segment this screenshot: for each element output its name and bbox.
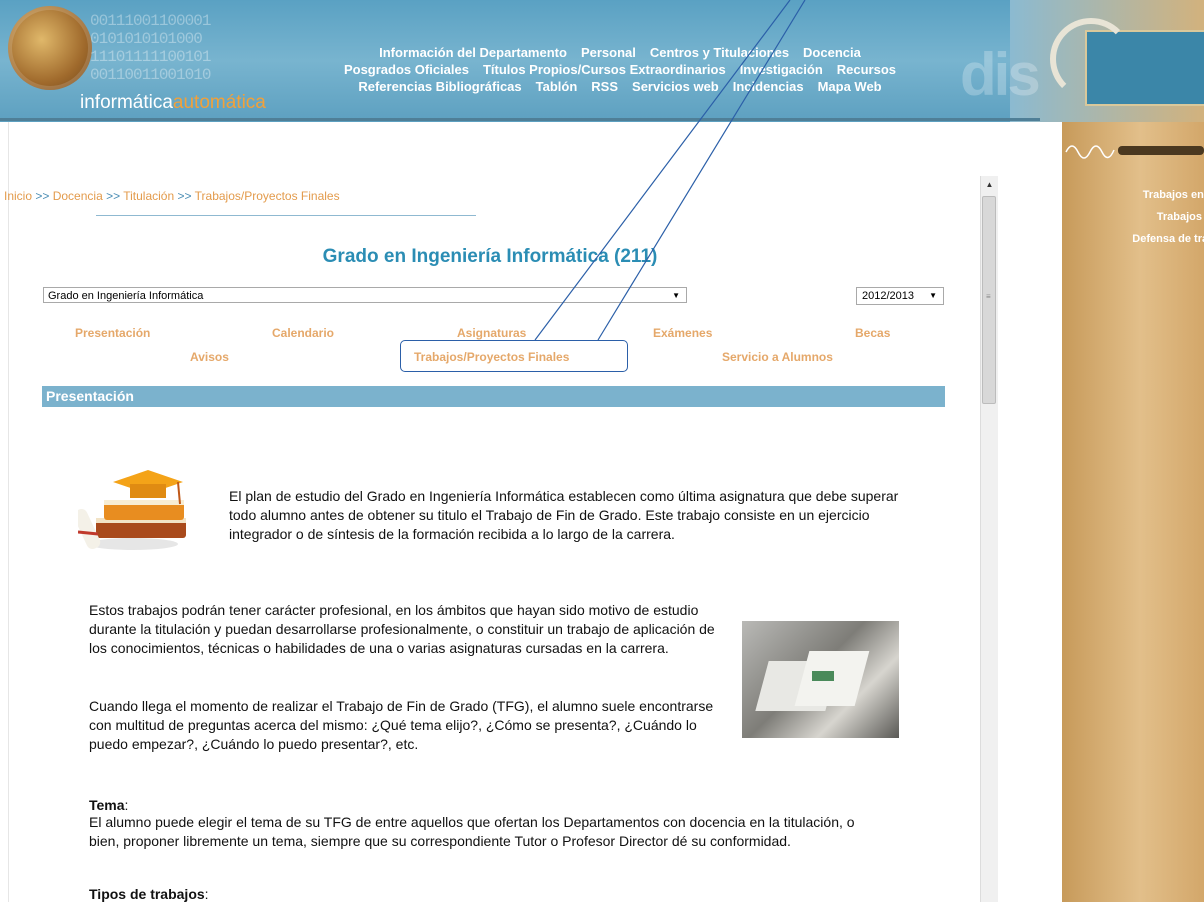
tema-paragraph: El alumno puede elegir el tema de su TFG…: [89, 814, 855, 849]
site-header: 00111001100001 0101010101000 11101111100…: [0, 0, 1204, 122]
logo-text-accent: automática: [172, 92, 266, 113]
breadcrumb: Inicio >> Docencia >> Titulación >> Trab…: [4, 189, 340, 203]
breadcrumb-trabajos[interactable]: Trabajos/Proyectos Finales: [195, 189, 340, 203]
tipos-colon: :: [204, 886, 209, 902]
nav-posgrados[interactable]: Posgrados Oficiales: [344, 62, 469, 77]
tab-asignaturas[interactable]: Asignaturas: [457, 326, 526, 340]
nav-row-1: Información del Departamento Personal Cent…: [300, 44, 940, 61]
content-scrollbar[interactable]: ▲ ≡: [980, 176, 998, 902]
breadcrumb-titulacion[interactable]: Titulación: [123, 189, 174, 203]
tab-presentacion[interactable]: Presentación: [75, 326, 150, 340]
nav-referencias[interactable]: Referencias Bibliográficas: [358, 79, 521, 94]
tab-calendario[interactable]: Calendario: [272, 326, 334, 340]
year-select[interactable]: 2012/2013 ▼: [856, 287, 944, 305]
wave-icon: [1065, 145, 1204, 159]
breadcrumb-separator: >>: [35, 189, 50, 203]
tab-servicio-alumnos[interactable]: Servicio a Alumnos: [722, 350, 833, 364]
tab-highlight-box: [400, 340, 628, 372]
nav-investigacion[interactable]: Investigación: [740, 62, 823, 77]
nav-row-3: Referencias Bibliográficas Tablón RSS Servi…: [300, 78, 940, 95]
breadcrumb-underline: [96, 215, 476, 216]
sidebar-item-trabajos-leidos[interactable]: Trabajos leíd: [1064, 206, 1204, 228]
chevron-down-icon: ▼: [672, 291, 680, 300]
tab-avisos[interactable]: Avisos: [190, 350, 229, 364]
sidebar-item-defensa-trabajos[interactable]: Defensa de trabaj: [1064, 228, 1204, 250]
moon-graphic: [1050, 18, 1132, 100]
tab-examenes[interactable]: Exámenes: [653, 326, 712, 340]
sidebar-item-trabajos-curso[interactable]: Trabajos en cur: [1064, 184, 1204, 206]
header-divider: [0, 118, 1040, 121]
tab-becas[interactable]: Becas: [855, 326, 890, 340]
breadcrumb-docencia[interactable]: Docencia: [53, 189, 103, 203]
tema-label: Tema: [89, 797, 125, 813]
page-title: Grado en Ingeniería Informática (211): [322, 246, 658, 267]
nav-recursos[interactable]: Recursos: [837, 62, 896, 77]
breadcrumb-inicio[interactable]: Inicio: [4, 189, 32, 203]
nav-tablon[interactable]: Tablón: [536, 79, 578, 94]
tipos-heading: Tipos de trabajos:: [89, 885, 209, 904]
left-divider: [8, 122, 9, 902]
main-nav: Información del Departamento Personal Cent…: [300, 44, 940, 95]
tema-colon: :: [124, 797, 129, 813]
dis-logo-letters: dis: [960, 41, 1041, 108]
chevron-down-icon: ▼: [929, 291, 937, 300]
tipos-label: Tipos de trabajos: [89, 886, 205, 902]
thesis-book-photo: [742, 621, 899, 738]
nav-info-departamento[interactable]: Información del Departamento: [379, 45, 567, 60]
logo-binary-pattern: 00111001100001 0101010101000 11101111100…: [90, 12, 211, 84]
nav-row-2: Posgrados Oficiales Títulos Propios/Curso…: [300, 61, 940, 78]
degree-select[interactable]: Grado en Ingeniería Informática ▼: [43, 287, 687, 303]
section-header-presentacion: Presentación: [42, 386, 945, 407]
annotation-overlay: [534, 0, 806, 341]
nav-mapa-web[interactable]: Mapa Web: [818, 79, 882, 94]
graduation-books-icon: [78, 470, 186, 550]
photo-green-element: [812, 671, 834, 681]
breadcrumb-separator: >>: [106, 189, 121, 203]
scroll-thumb[interactable]: ≡: [982, 196, 996, 404]
university-seal-logo: [8, 6, 92, 90]
paragraph-caracter: Estos trabajos podrán tener carácter pro…: [89, 602, 715, 656]
nav-rss[interactable]: RSS: [591, 79, 618, 94]
nav-servicios-web[interactable]: Servicios web: [632, 79, 719, 94]
nav-titulos-propios[interactable]: Títulos Propios/Cursos Extraordinarios: [483, 62, 726, 77]
nav-docencia[interactable]: Docencia: [803, 45, 861, 60]
sidebar-links: Trabajos en cur Trabajos leíd Defensa de…: [1064, 184, 1204, 250]
degree-select-value: Grado en Ingeniería Informática: [48, 290, 204, 302]
site-logo-text[interactable]: informáticaautomática: [80, 92, 266, 114]
paragraph-preguntas: Cuando llega el momento de realizar el T…: [89, 698, 714, 752]
nav-incidencias[interactable]: Incidencias: [733, 79, 804, 94]
nav-centros-titulaciones[interactable]: Centros y Titulaciones: [650, 45, 789, 60]
logo-text-main: informática: [80, 92, 173, 113]
nav-personal[interactable]: Personal: [581, 45, 636, 60]
scroll-up-arrow-icon[interactable]: ▲: [981, 176, 998, 193]
year-select-value: 2012/2013: [862, 290, 914, 302]
scroll-grip-icon: ≡: [986, 292, 991, 301]
intro-paragraph: El plan de estudio del Grado en Ingenier…: [229, 488, 899, 542]
breadcrumb-separator: >>: [177, 189, 192, 203]
